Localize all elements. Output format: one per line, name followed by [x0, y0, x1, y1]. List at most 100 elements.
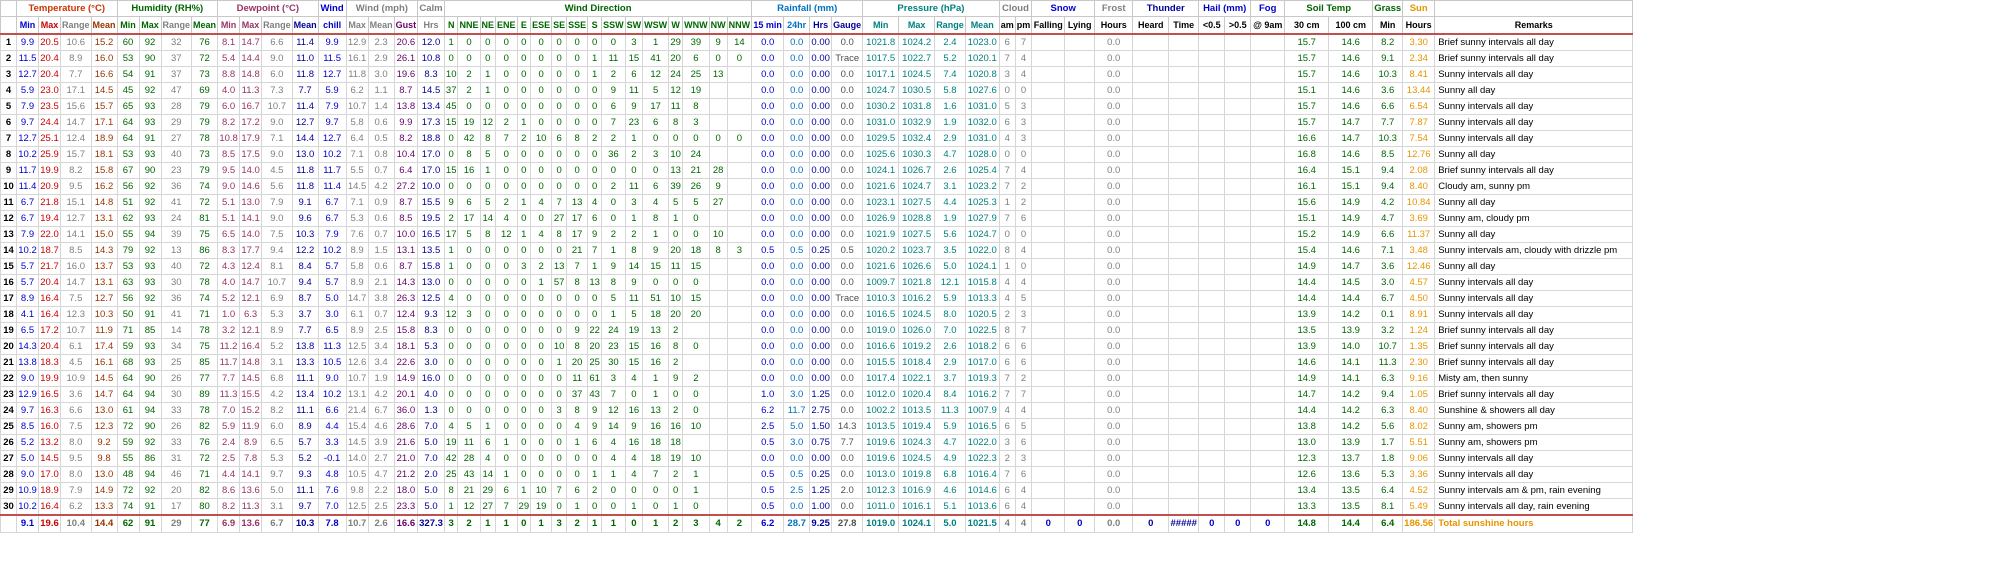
wind-direction-cell: 3: [624, 33, 644, 51]
pressure-cell: 1019.0: [862, 322, 900, 339]
wind-direction-cell: 0: [551, 386, 568, 403]
hail-large-cell: [1224, 402, 1252, 419]
humidity-cell: 93: [138, 210, 162, 227]
dewpoint-cell: 5.6: [261, 178, 293, 195]
dewpoint-cell: 9.0: [217, 178, 241, 195]
thunder-time-cell: [1168, 322, 1200, 339]
pressure-cell: 5.8: [934, 82, 966, 99]
temp-cell: 13.8: [16, 354, 39, 371]
soil-temp-cell: 13.9: [1328, 322, 1374, 339]
grass-min-cell: 6.7: [1372, 290, 1404, 307]
thunder-heard-cell: [1132, 50, 1170, 67]
temp-cell: 4.5: [60, 354, 92, 371]
humidity-cell: 71: [191, 306, 219, 323]
temp-cell: 5.9: [16, 82, 39, 99]
pressure-cell: 1019.6: [862, 450, 900, 467]
humidity-cell: 78: [191, 402, 219, 419]
frost-hours-cell: 0.0: [1094, 242, 1134, 259]
humidity-cell: 30: [160, 386, 193, 403]
calm-hours-cell: 16.0: [417, 370, 445, 387]
wind-direction-cell: 61: [587, 370, 603, 387]
cloud-cell: 3: [998, 66, 1016, 83]
hail-small-cell: [1198, 322, 1226, 339]
temp-cell: 13.0: [90, 402, 118, 419]
wind-direction-cell: 0: [443, 402, 459, 419]
summary-dewpoint-cell: 13.6: [239, 514, 263, 533]
snow-lying-cell: [1064, 290, 1096, 307]
pressure-cell: 1032.9: [898, 114, 936, 131]
rainfall-cell: 2.5: [783, 482, 811, 499]
temp-cell: 16.4: [38, 498, 61, 516]
wind-direction-cell: 0: [479, 274, 497, 291]
pressure-cell: 1030.3: [898, 146, 936, 163]
humidity-cell: 48: [116, 466, 140, 483]
pressure-cell: 1019.6: [862, 434, 900, 451]
hail-small-cell: [1198, 114, 1226, 131]
temp-cell: 14.3: [16, 338, 39, 355]
wind-direction-cell: 0: [566, 178, 589, 195]
wind-direction-cell: 4: [479, 450, 497, 467]
temp-cell: 14.7: [60, 114, 92, 131]
dewpoint-cell: 5.1: [217, 210, 241, 227]
humidity-cell: 89: [191, 386, 219, 403]
cloud-cell: 2: [1014, 370, 1033, 387]
wind-direction-cell: 1: [682, 482, 710, 499]
wind-direction-cell: [708, 386, 728, 403]
summary-direction-cell: 2: [726, 514, 753, 533]
humidity-cell: 94: [138, 402, 162, 419]
rainfall-cell: 3.0: [783, 434, 811, 451]
wind-direction-cell: [708, 418, 728, 435]
wind-direction-cell: 2: [601, 130, 626, 147]
wind-direction-cell: 0: [566, 146, 589, 163]
group-header-10: Snow: [1031, 0, 1096, 17]
temp-cell: 18.3: [38, 354, 61, 371]
summary-dewpoint-cell: 10.3: [291, 514, 319, 533]
hail-small-cell: [1198, 338, 1226, 355]
rainfall-cell: 0.00: [809, 210, 833, 227]
wind-direction-cell: 0: [530, 82, 553, 99]
temp-cell: 12.4: [60, 130, 92, 147]
snow-falling-cell: [1031, 146, 1066, 163]
day-row: 14 10.2 18.7 8.5 14.3 79 92 13 86 8.3 17.7 9.4 12.2 1…: [0, 242, 1634, 259]
rainfall-cell: 0.0: [831, 226, 864, 243]
wind-direction-cell: 3: [601, 370, 626, 387]
cloud-cell: 7: [998, 466, 1016, 483]
day-number: 8: [0, 146, 17, 163]
temp-cell: 8.5: [16, 418, 39, 435]
snow-falling-cell: [1031, 466, 1066, 483]
snow-lying-cell: [1064, 162, 1096, 179]
pressure-cell: 1016.4: [964, 466, 1000, 483]
frost-hours-cell: 0.0: [1094, 194, 1134, 211]
wind-direction-cell: 0: [566, 306, 589, 323]
snow-falling-cell: [1031, 66, 1066, 83]
grass-min-cell: 3.6: [1372, 82, 1404, 99]
wind-direction-cell: 2: [601, 178, 626, 195]
wind-direction-cell: 1: [601, 242, 626, 259]
fog-cell: [1250, 482, 1286, 499]
wind-direction-cell: 0: [682, 130, 710, 147]
wind-direction-cell: 0: [668, 482, 684, 499]
pressure-cell: 4.9: [934, 450, 966, 467]
dewpoint-cell: 11.4: [291, 33, 319, 51]
wind-direction-cell: 17: [457, 210, 481, 227]
humidity-cell: 26: [160, 370, 193, 387]
cloud-cell: 0: [1014, 258, 1033, 275]
wind-direction-cell: 25: [443, 466, 459, 483]
calm-hours-cell: 9.3: [417, 306, 445, 323]
dewpoint-cell: 7.3: [261, 82, 293, 99]
pressure-cell: 1026.9: [862, 210, 900, 227]
sunshine-hours-cell: 3.69: [1402, 210, 1436, 227]
temp-cell: 10.9: [60, 370, 92, 387]
thunder-heard-cell: [1132, 33, 1170, 51]
wind-direction-cell: 0: [457, 242, 481, 259]
wind-direction-cell: 9: [708, 33, 728, 51]
wind-direction-cell: 0: [587, 178, 603, 195]
wind-direction-cell: 39: [682, 33, 710, 51]
remarks-cell: Sunny all day: [1434, 258, 1634, 275]
rainfall-cell: 7.7: [831, 434, 864, 451]
column-header-47: Time: [1168, 16, 1200, 35]
wind-direction-cell: 21: [682, 162, 710, 179]
cloud-cell: 6: [998, 33, 1016, 51]
dewpoint-cell: 17.7: [239, 242, 263, 259]
summary-wind-cell: 2.6: [367, 514, 395, 533]
